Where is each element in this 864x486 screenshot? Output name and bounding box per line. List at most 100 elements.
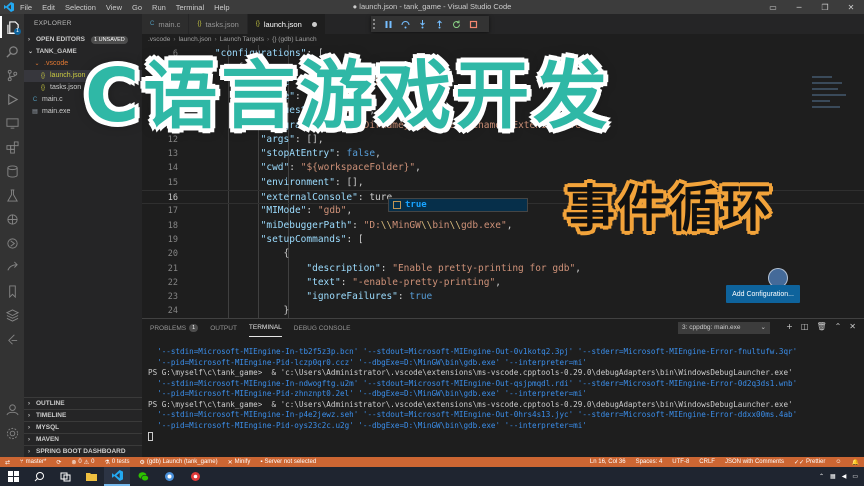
source-control-icon[interactable]	[0, 64, 24, 86]
debug-config-status[interactable]: ⚙ (gdb) Launch (tank_game)	[135, 459, 223, 466]
windows-start-icon[interactable]	[0, 467, 26, 486]
maximize-panel-icon[interactable]: ⌃	[835, 322, 842, 331]
encoding[interactable]: UTF-8	[667, 459, 694, 465]
new-terminal-icon[interactable]: +	[786, 322, 793, 331]
language-mode[interactable]: JSON with Comments	[720, 459, 789, 465]
spring-boot-section[interactable]: › SPRING BOOT DASHBOARD	[24, 445, 142, 457]
restart-icon[interactable]	[449, 17, 464, 31]
terminal-selector-dropdown[interactable]: 3: cppdbg: main.exe ⌄	[678, 322, 770, 334]
step-into-icon[interactable]	[415, 17, 430, 31]
feedback-icon[interactable]: ☺	[830, 459, 846, 465]
code-line[interactable]: 24 }	[142, 304, 864, 318]
tab-terminal[interactable]: TERMINAL	[248, 319, 282, 337]
search-icon[interactable]	[0, 40, 24, 62]
restore-icon[interactable]: ❐	[812, 0, 838, 14]
explorer-icon[interactable]: 1	[0, 16, 24, 38]
minimize-icon[interactable]: ─	[786, 0, 812, 14]
menu-edit[interactable]: Edit	[42, 3, 55, 12]
step-over-icon[interactable]	[398, 17, 413, 31]
testing-icon[interactable]	[0, 184, 24, 206]
activity-bar: 1	[0, 14, 24, 457]
tray-chevron-icon[interactable]: ⌃	[819, 473, 824, 480]
volume-icon[interactable]: ◀	[842, 473, 847, 480]
file-explorer-icon[interactable]	[78, 467, 104, 486]
tab-launch-json[interactable]: {} launch.json	[247, 14, 326, 34]
breadcrumb-item[interactable]: launch.json	[179, 36, 212, 43]
prettier-status[interactable]: ✓✓ Prettier	[789, 459, 830, 466]
end-of-line[interactable]: CRLF	[694, 459, 720, 465]
layers-icon[interactable]	[0, 304, 24, 326]
live-share-icon[interactable]	[0, 256, 24, 278]
browser-icon[interactable]	[156, 467, 182, 486]
indentation[interactable]: Spaces: 4	[631, 459, 668, 465]
open-editors-section[interactable]: › OPEN EDITORS 1 UNSAVED	[24, 34, 142, 46]
recorder-icon[interactable]	[182, 467, 208, 486]
menu-run[interactable]: Run	[152, 3, 166, 12]
tab-problems[interactable]: PROBLEMS 1	[150, 319, 199, 337]
remote-indicator-icon[interactable]: ⇄	[0, 459, 15, 466]
network-icon[interactable]: ▦	[830, 473, 836, 480]
database-icon[interactable]	[0, 160, 24, 182]
tab-tasks-json[interactable]: {} tasks.json	[189, 14, 248, 34]
manage-gear-icon[interactable]	[0, 422, 24, 444]
unsaved-dot-icon[interactable]	[311, 21, 317, 27]
docker-icon[interactable]	[0, 208, 24, 230]
cursor-position[interactable]: Ln 16, Col 36	[585, 459, 631, 465]
maven-section[interactable]: › MAVEN	[24, 433, 142, 445]
sync-status[interactable]: ⟳	[51, 459, 66, 466]
mysql-section[interactable]: › MYSQL	[24, 421, 142, 433]
chevron-down-icon: ⌄	[34, 61, 40, 67]
wechat-icon[interactable]	[130, 467, 156, 486]
code-line[interactable]: 20 {	[142, 247, 864, 261]
code-line[interactable]: 21 "description": "Enable pretty-printin…	[142, 262, 864, 276]
search-icon[interactable]	[26, 467, 52, 486]
breadcrumb-item[interactable]: {} (gdb) Launch	[272, 36, 316, 43]
notification-center-icon[interactable]: ▭	[852, 473, 858, 480]
tab-label: launch.json	[263, 19, 302, 29]
tab-main-c[interactable]: C main.c	[142, 14, 190, 34]
bookmark-icon[interactable]	[0, 280, 24, 302]
breadcrumb-item[interactable]: .vscode	[148, 36, 170, 43]
layout-icon[interactable]: ▭	[760, 0, 786, 14]
json-icon: {}	[40, 85, 45, 91]
timeline-section[interactable]: › TIMELINE	[24, 409, 142, 421]
add-configuration-button[interactable]: Add Configuration...	[726, 285, 800, 303]
branch-status[interactable]: ⑂ master*	[15, 459, 51, 465]
menu-help[interactable]: Help	[214, 3, 229, 12]
menu-terminal[interactable]: Terminal	[176, 3, 204, 12]
run-debug-icon[interactable]	[0, 88, 24, 110]
git-graph-icon[interactable]	[0, 232, 24, 254]
menu-selection[interactable]: Selection	[65, 3, 96, 12]
tab-output[interactable]: OUTPUT	[210, 319, 237, 337]
menu-go[interactable]: Go	[132, 3, 142, 12]
step-out-icon[interactable]	[432, 17, 447, 31]
tab-debug-console[interactable]: DEBUG CONSOLE	[294, 319, 351, 337]
split-terminal-icon[interactable]: ◫	[801, 322, 809, 331]
leetcode-icon[interactable]	[0, 328, 24, 350]
notifications-bell-icon[interactable]: 🔔	[847, 459, 864, 466]
stop-icon[interactable]	[466, 17, 481, 31]
vscode-taskbar-icon[interactable]	[104, 467, 130, 486]
code-line[interactable]: 13 "stopAtEntry": false,	[142, 147, 864, 161]
kill-terminal-icon[interactable]: 🗑	[816, 322, 826, 331]
extensions-icon[interactable]	[0, 136, 24, 158]
menu-view[interactable]: View	[106, 3, 122, 12]
task-view-icon[interactable]	[52, 467, 78, 486]
tests-status[interactable]: ⚗ 0 tests	[99, 459, 134, 466]
suggestion-item[interactable]: true	[389, 199, 527, 211]
server-status[interactable]: ▪ Server not selected	[255, 459, 321, 465]
problems-status[interactable]: ⊗ 0 ⚠ 0	[66, 459, 99, 466]
menu-file[interactable]: File	[20, 3, 32, 12]
account-icon[interactable]	[0, 398, 24, 420]
drag-handle-icon[interactable]	[373, 19, 379, 29]
close-panel-icon[interactable]: ✕	[849, 322, 856, 331]
code-line[interactable]: 14 "cwd": "${workspaceFolder}",	[142, 161, 864, 175]
terminal-output[interactable]: '--stdin=Microsoft-MIEngine-In-tb2f5z3p.…	[148, 347, 858, 442]
status-bar-right: Ln 16, Col 36 Spaces: 4 UTF-8 CRLF JSON …	[585, 457, 864, 467]
minify-status[interactable]: ✕ Minify	[223, 459, 256, 466]
pause-icon[interactable]	[381, 17, 396, 31]
remote-explorer-icon[interactable]	[0, 112, 24, 134]
outline-section[interactable]: › OUTLINE	[24, 397, 142, 409]
breadcrumb-item[interactable]: Launch Targets	[220, 36, 264, 43]
close-icon[interactable]: ✕	[838, 0, 864, 14]
